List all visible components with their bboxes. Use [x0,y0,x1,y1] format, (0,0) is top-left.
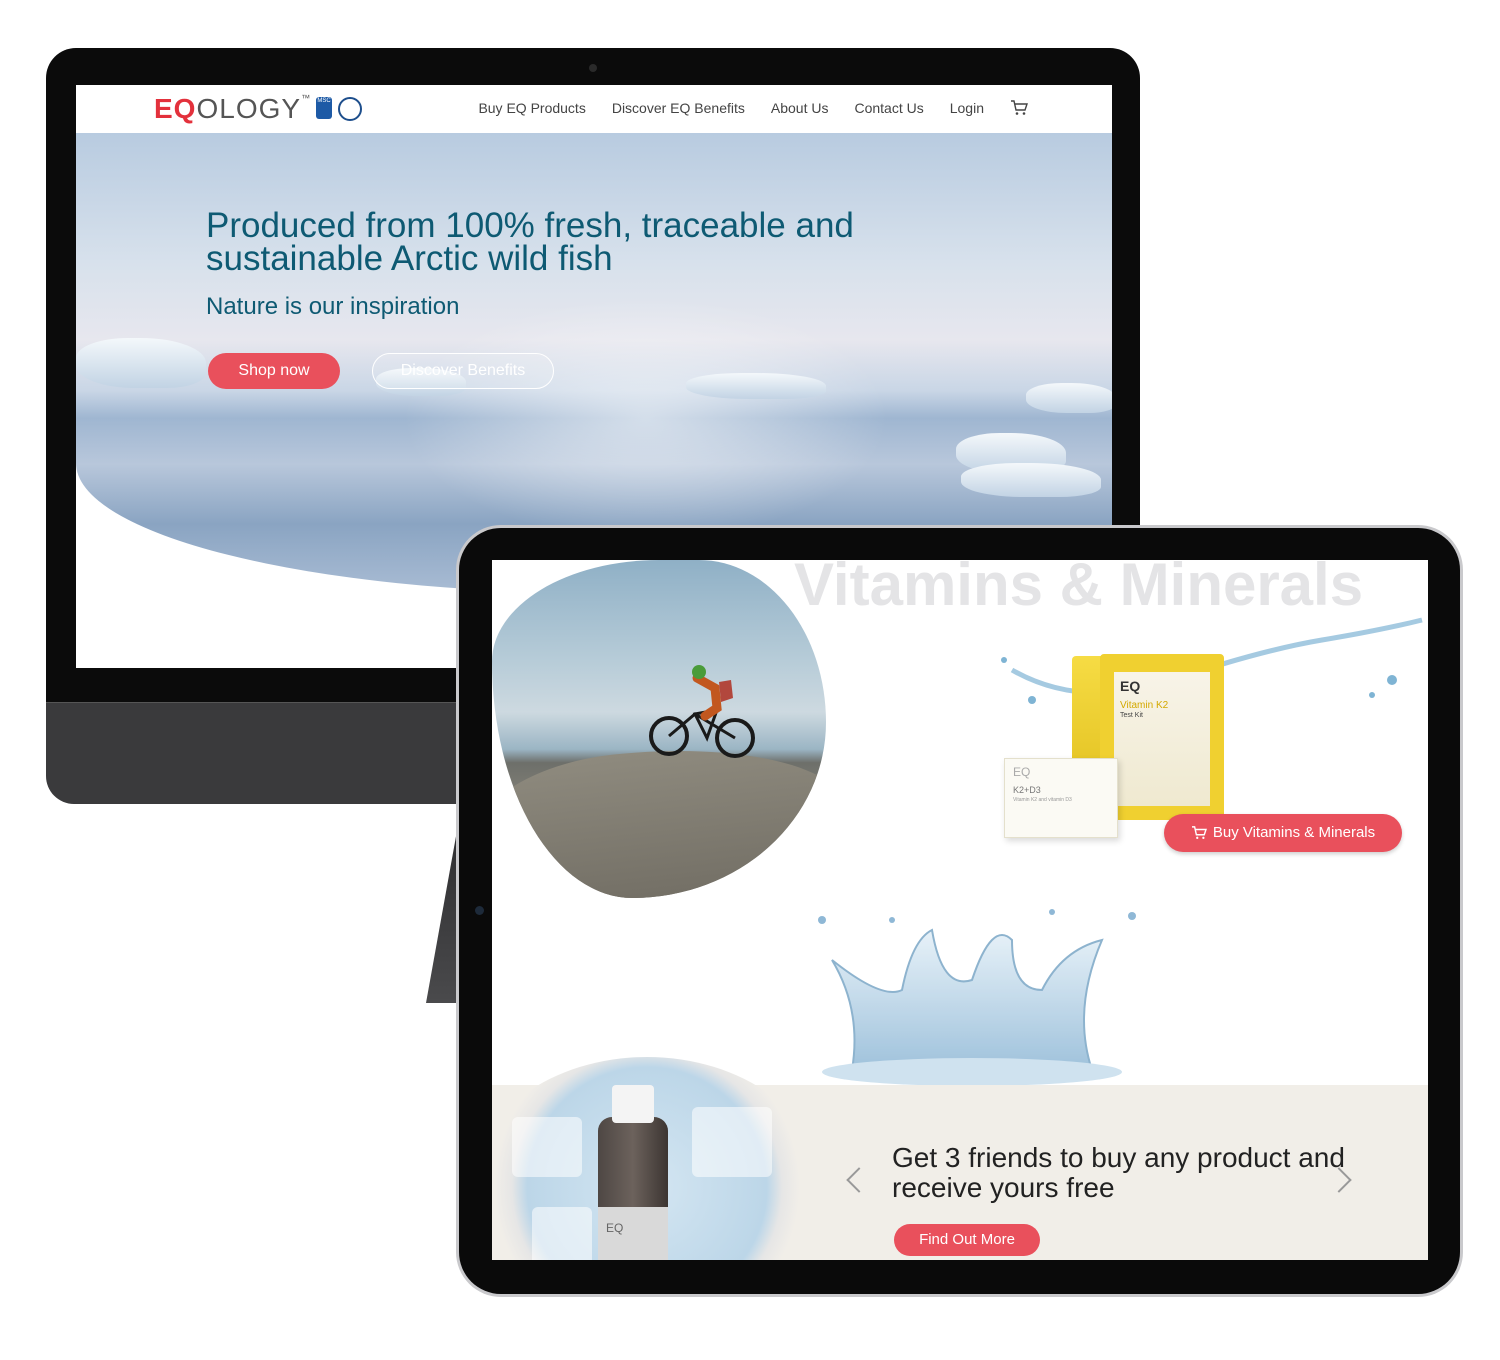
cyclist-figure [649,665,755,758]
logo-tm: ™ [301,93,312,103]
chevron-left-icon[interactable] [846,1167,872,1193]
find-out-more-button[interactable]: Find Out More [894,1224,1040,1256]
referral-promo-banner: EQ Get 3 friends to buy any product and … [492,1057,1428,1260]
main-nav: Buy EQ Products Discover EQ Benefits Abo… [478,100,1028,116]
pouch-name: Vitamin K2 [1120,700,1169,711]
cart-icon [1191,826,1207,839]
tablet-screen: Vitamins & Minerals EQ Vitamin K2 Test K… [492,560,1428,1260]
ice-floe [1026,383,1112,413]
pouch-brand: EQ [1120,678,1141,694]
hero-title: Produced from 100% fresh, traceable and … [206,206,854,278]
bottle-brand: EQ [606,1221,624,1235]
ice-floe [961,463,1101,497]
buy-vitamins-button[interactable]: Buy Vitamins & Minerals [1164,814,1402,852]
nav-buy-products[interactable]: Buy EQ Products [478,100,585,116]
nav-about-us[interactable]: About Us [771,100,829,116]
logo-mark: EQ [154,93,197,124]
pouch-sub: Test Kit [1120,712,1143,719]
box-brand: EQ [1013,765,1031,779]
hero-banner: Produced from 100% fresh, traceable and … [76,133,1112,593]
nav-login[interactable]: Login [950,100,984,116]
nav-contact-us[interactable]: Contact Us [854,100,923,116]
cart-icon[interactable] [1010,100,1028,116]
shop-now-button[interactable]: Shop now [208,353,340,389]
ice-floe [76,338,206,388]
ice-cube [532,1207,592,1260]
discover-benefits-button[interactable]: Discover Benefits [372,353,554,389]
ice-cube [512,1117,582,1177]
site-header: EQOLOGY™ MSC Buy EQ Products Discover EQ… [76,85,1112,133]
bottle-cap [612,1085,654,1123]
bottle-image: EQ [492,1057,822,1260]
promo-text: Get 3 friends to buy any product and rec… [892,1142,1345,1203]
cyclist-image [492,560,826,898]
eqology-logo[interactable]: EQOLOGY™ [154,93,311,125]
vitamin-k2-pouch: EQ Vitamin K2 Test Kit [1100,654,1224,820]
box-name: K2+D3 [1013,785,1041,795]
ice-cube [692,1107,772,1177]
logo-text: OLOGY [196,93,302,124]
tablet-camera [475,906,484,915]
box-sub: Vitamin K2 and vitamin D3 [1013,797,1072,803]
tablet-device: Vitamins & Minerals EQ Vitamin K2 Test K… [459,528,1460,1294]
msc-certification-icon: MSC [316,97,332,119]
buy-button-label: Buy Vitamins & Minerals [1212,824,1376,841]
camera-dot [589,64,597,72]
water-crown-splash [818,909,1136,1086]
k2-d3-box: EQ K2+D3 Vitamin K2 and vitamin D3 [1004,758,1118,838]
hero-subtitle: Nature is our inspiration [206,293,460,320]
nav-discover-benefits[interactable]: Discover EQ Benefits [612,100,745,116]
ice-floe [686,373,826,399]
asc-certification-icon [338,97,362,121]
